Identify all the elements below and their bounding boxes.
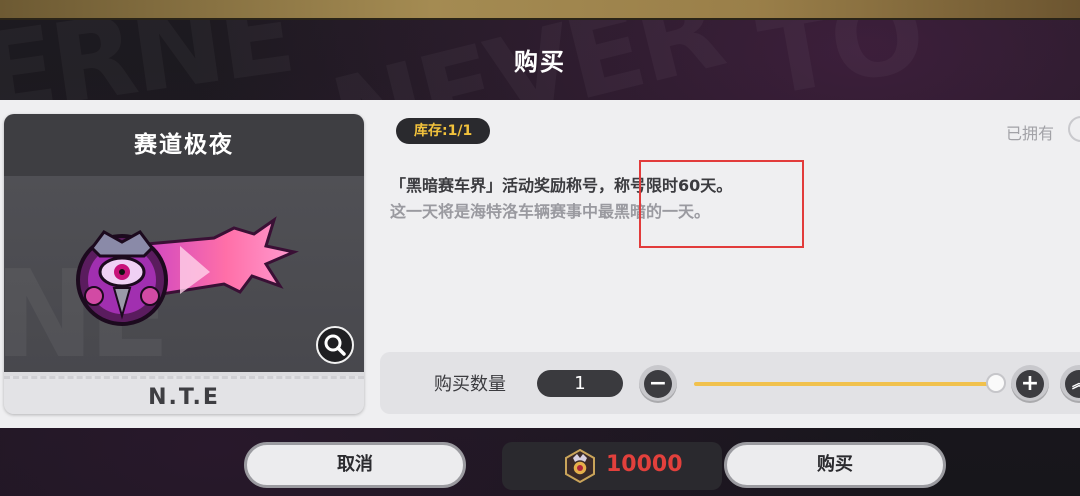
decrease-button[interactable]: − bbox=[639, 365, 677, 403]
currency-badge-icon bbox=[565, 448, 595, 484]
quantity-label: 购买数量 bbox=[434, 374, 506, 395]
page-title: 购买 bbox=[514, 48, 566, 76]
price-value: 10000 bbox=[606, 452, 683, 477]
owned-indicator bbox=[1068, 116, 1080, 142]
stock-badge: 库存:1/1 bbox=[396, 118, 491, 144]
item-name: 赛道极夜 bbox=[4, 114, 364, 176]
cancel-button[interactable]: 取消 bbox=[244, 442, 466, 488]
buy-button[interactable]: 购买 bbox=[724, 442, 946, 488]
quantity-input[interactable]: 1 bbox=[537, 370, 623, 397]
zoom-button[interactable] bbox=[316, 326, 354, 364]
increase-button[interactable]: + bbox=[1011, 365, 1049, 403]
quantity-slider[interactable] bbox=[694, 382, 996, 386]
item-brand: N.T.E bbox=[4, 376, 364, 414]
plus-icon: + bbox=[1016, 370, 1044, 398]
item-image: NE bbox=[4, 176, 364, 372]
owned-label: 已拥有 bbox=[1006, 124, 1055, 143]
price-display: 10000 bbox=[502, 442, 722, 490]
title-badge-icon bbox=[76, 216, 299, 326]
minus-icon: − bbox=[644, 370, 672, 398]
quantity-slider-thumb[interactable] bbox=[986, 373, 1006, 393]
max-button[interactable]: ︽ bbox=[1060, 365, 1080, 403]
bottom-bar: 取消 10000 购买 bbox=[0, 428, 1080, 496]
search-icon bbox=[324, 334, 346, 356]
purchase-panel: 赛道极夜 NE N.T.E 库存:1/1 已拥有 「黑暗赛车界」活动奖励称号，称… bbox=[0, 100, 1080, 428]
item-card: 赛道极夜 NE N.T.E bbox=[4, 114, 364, 414]
top-decor-bar bbox=[0, 0, 1080, 20]
quantity-row: 购买数量 1 − + ︽ bbox=[380, 352, 1080, 414]
annotation-highlight-box bbox=[639, 160, 804, 248]
max-icon: ︽ bbox=[1065, 370, 1080, 398]
